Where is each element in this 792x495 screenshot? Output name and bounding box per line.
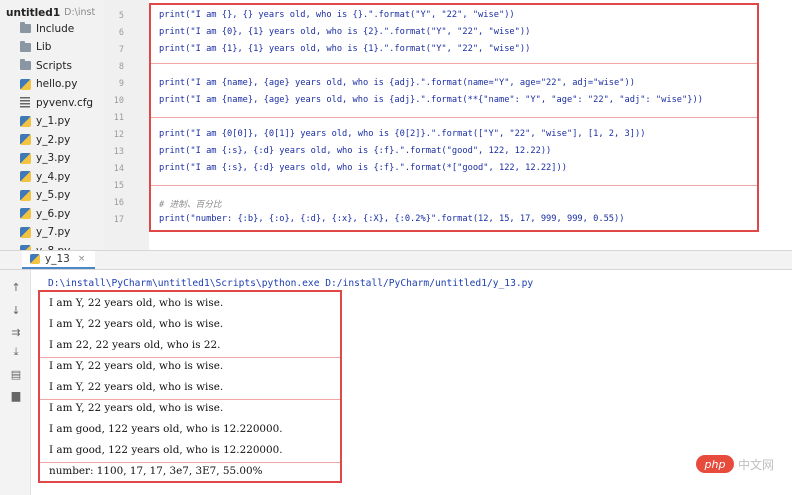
soft-wrap-icon[interactable]: ⇉ [9,325,23,339]
tree-item-label: y_3.py [36,152,71,164]
print-icon[interactable]: ▤ [9,367,23,381]
python-file-icon [20,226,31,238]
output-line: number: 1100, 17, 17, 3e7, 3E7, 55.00% [49,465,263,477]
tree-item-label: y_1.py [36,115,71,127]
run-tab-label: y_13 [45,253,70,265]
tree-item[interactable]: pyvenv.cfg [20,94,93,111]
line-number: 10 [113,96,124,106]
line-number: 14 [113,164,124,174]
line-number: 12 [113,130,124,140]
output-line: I am Y, 22 years old, who is wise. [49,318,224,330]
python-file-icon [20,134,31,145]
tree-item-label: hello.py [36,78,78,90]
python-file-icon [20,171,31,182]
line-number: 16 [113,198,124,208]
tree-item[interactable]: Include [20,20,74,37]
project-root-path: D:\inst [64,7,96,18]
project-tree-panel: untitled1 D:\inst Include Lib Scripts hello… [0,0,105,257]
line-number: 9 [118,79,124,89]
line-number: 8 [118,62,124,72]
output-line: I am good, 122 years old, who is 12.2200… [49,423,283,435]
config-file-icon [20,97,30,108]
watermark-text: 中文网 [738,457,775,472]
line-number: 11 [113,113,124,123]
tree-item[interactable]: Lib [20,39,51,56]
code-group-divider [151,63,757,64]
tree-item[interactable]: y_6.py [20,205,70,222]
tree-item[interactable]: y_1.py [20,113,70,130]
code-group-divider [151,117,757,118]
tree-item-label: y_2.py [36,133,71,146]
python-file-icon [20,78,31,90]
tree-item[interactable]: y_4.py [20,168,70,185]
tree-item-label: y_6.py [36,207,71,220]
python-file-icon [30,254,40,264]
trash-icon[interactable]: ▆ [9,388,23,402]
tree-item-label: Lib [36,41,52,53]
folder-icon [20,59,31,70]
project-root[interactable]: untitled1 D:\inst [6,4,95,21]
code-group-divider [151,185,757,186]
tree-item[interactable]: y_2.py [20,131,70,148]
output-line: I am Y, 22 years old, who is wise. [49,402,224,414]
line-number: 6 [118,28,124,38]
output-line: I am good, 122 years old, who is 12.2200… [49,444,283,456]
line-number: 7 [118,45,124,55]
line-number: 15 [113,181,124,191]
python-file-icon [20,152,31,164]
tree-item-label: pyvenv.cfg [36,96,94,109]
scroll-to-end-icon[interactable]: ⤓ [9,345,23,359]
tree-item[interactable]: y_7.py [20,224,70,241]
output-group-divider [40,462,340,463]
down-arrow-icon[interactable]: ↓ [9,303,23,317]
site-watermark: php 中文网 [696,455,774,473]
run-tab-bar [0,250,792,270]
output-group-divider [40,357,340,358]
close-icon[interactable]: × [78,254,86,264]
tree-item-label: Scripts [36,59,72,72]
rerun-up-icon[interactable]: ↑ [9,280,23,294]
output-group-divider [40,399,340,400]
tree-item-label: y_4.py [36,170,71,183]
folder-icon [20,40,31,52]
tree-item-label: y_5.py [36,189,71,201]
python-file-icon [20,189,31,201]
tree-item-label: y_7.py [36,226,71,238]
python-file-icon [20,208,31,219]
line-number: 5 [118,11,124,21]
tree-item[interactable]: Scripts [20,57,72,74]
line-number: 13 [113,147,124,157]
folder-icon [20,22,31,33]
output-line: I am Y, 22 years old, who is wise. [49,297,224,309]
run-tab[interactable]: y_13 × [22,251,96,269]
output-line: I am Y, 22 years old, who is wise. [49,381,224,393]
tree-item[interactable]: y_3.py [20,150,70,167]
output-line: I am 22, 22 years old, who is 22. [49,339,221,351]
tree-item[interactable]: y_5.py [20,187,70,204]
output-line: I am Y, 22 years old, who is wise. [49,360,224,372]
run-command-line: D:\install\PyCharm\untitled1\Scripts\pyt… [48,278,534,289]
tree-item-label: Include [36,22,75,35]
tree-item[interactable]: hello.py [20,76,77,93]
php-logo: php [696,455,734,473]
python-file-icon [20,115,31,127]
line-number: 17 [113,215,124,225]
project-root-name: untitled1 [6,6,61,19]
